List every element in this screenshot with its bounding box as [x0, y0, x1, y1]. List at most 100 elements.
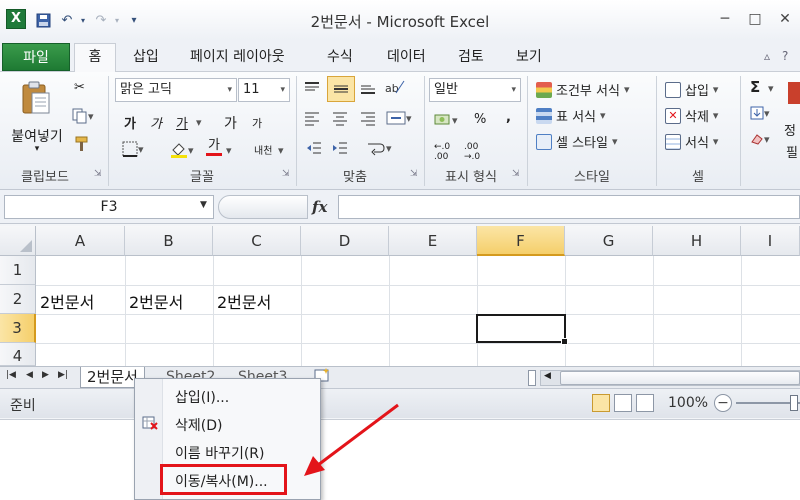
decrease-indent-icon[interactable]	[305, 140, 323, 156]
increase-decimal-icon[interactable]: ←.0.00	[434, 142, 450, 162]
align-center-icon[interactable]	[331, 110, 349, 126]
help-icon[interactable]: ?	[782, 49, 788, 63]
phonetic-dropdown-icon[interactable]: ▾	[278, 144, 284, 157]
align-top-icon[interactable]	[303, 80, 321, 96]
sort-filter-icon[interactable]	[788, 82, 800, 104]
font-name-dropdown-icon[interactable]: ▾	[227, 79, 232, 101]
tab-insert[interactable]: 삽입	[131, 46, 161, 72]
increase-indent-icon[interactable]	[331, 140, 349, 156]
row-header-3[interactable]: 3	[0, 314, 36, 343]
select-all-button[interactable]	[0, 226, 36, 256]
name-box[interactable]: F3	[4, 195, 214, 219]
italic-button[interactable]: 가	[150, 113, 162, 132]
number-format-combo[interactable]: 일반 ▾	[429, 78, 521, 102]
first-sheet-icon[interactable]: |◀	[6, 370, 16, 380]
horizontal-scroll-thumb[interactable]	[560, 371, 800, 385]
align-right-icon[interactable]	[359, 110, 377, 126]
tab-home[interactable]: 홈	[74, 43, 116, 73]
orientation-icon[interactable]: ab	[384, 79, 406, 95]
column-header-b[interactable]: B	[125, 226, 213, 256]
selected-cell-f3[interactable]	[476, 314, 568, 345]
comma-style-button[interactable]: ,	[506, 110, 511, 125]
merge-center-icon[interactable]: ▾	[386, 110, 412, 126]
fill-color-icon[interactable]: ▾	[170, 141, 194, 159]
column-header-d[interactable]: D	[301, 226, 389, 256]
autosum-button[interactable]: Σ	[750, 78, 760, 96]
maximize-button[interactable]: □	[742, 8, 768, 30]
autosum-dropdown-icon[interactable]: ▾	[768, 82, 774, 95]
column-header-i[interactable]: I	[741, 226, 800, 256]
minimize-ribbon-icon[interactable]: ▵	[764, 49, 770, 63]
insert-cells-button[interactable]: 삽입 ▾	[665, 80, 718, 99]
borders-icon[interactable]: ▾	[122, 141, 144, 157]
delete-cells-button[interactable]: ✕ 삭제 ▾	[665, 106, 718, 125]
zoom-out-button[interactable]: −	[714, 394, 732, 412]
font-launcher-icon[interactable]: ⇲	[282, 169, 290, 179]
underline-dropdown-icon[interactable]: ▾	[196, 116, 202, 129]
align-left-icon[interactable]	[303, 110, 321, 126]
font-color-button[interactable]: 가	[206, 139, 222, 156]
copy-icon[interactable]: ▾	[72, 108, 94, 124]
tab-file[interactable]: 파일	[2, 43, 70, 71]
clipboard-launcher-icon[interactable]: ⇲	[94, 169, 102, 179]
column-header-a[interactable]: A	[36, 226, 125, 256]
next-sheet-icon[interactable]: ▶	[42, 370, 49, 380]
tab-page-layout[interactable]: 페이지 레이아웃	[188, 46, 287, 72]
fill-icon[interactable]: ▾	[750, 106, 770, 120]
column-header-f[interactable]: F	[477, 226, 565, 256]
row-header-2[interactable]: 2	[0, 285, 36, 314]
font-size-combo[interactable]: 11 ▾	[238, 78, 290, 102]
tab-data[interactable]: 데이터	[385, 46, 428, 72]
normal-view-icon[interactable]	[592, 394, 610, 412]
prev-sheet-icon[interactable]: ◀	[26, 370, 33, 380]
clear-icon[interactable]: ▾	[750, 132, 770, 146]
column-header-e[interactable]: E	[389, 226, 477, 256]
tab-view[interactable]: 보기	[514, 46, 544, 72]
cell-b2[interactable]: 2번문서	[125, 289, 183, 313]
menu-item-rename[interactable]: 이름 바꾸기(R)	[175, 443, 265, 463]
last-sheet-icon[interactable]: ▶|	[58, 370, 68, 380]
column-header-g[interactable]: G	[565, 226, 653, 256]
number-launcher-icon[interactable]: ⇲	[512, 169, 520, 179]
font-color-dropdown-icon[interactable]: ▾	[226, 144, 232, 157]
bold-button[interactable]: 가	[124, 113, 136, 132]
tab-formulas[interactable]: 수식	[325, 46, 355, 72]
grow-font-button[interactable]: 가	[224, 113, 237, 133]
cell-styles-button[interactable]: 셀 스타일 ▾	[536, 132, 618, 151]
zoom-slider-thumb[interactable]	[790, 395, 798, 411]
number-format-dropdown-icon[interactable]: ▾	[511, 79, 516, 101]
conditional-format-button[interactable]: 조건부 서식 ▾	[536, 80, 629, 99]
name-box-dropdown-icon[interactable]: ▼	[200, 200, 207, 210]
accounting-format-icon[interactable]: ▾	[434, 112, 458, 128]
close-button[interactable]: ✕	[772, 8, 798, 30]
menu-item-insert[interactable]: 삽입(I)...	[175, 387, 229, 407]
formula-input[interactable]	[338, 195, 800, 219]
tab-split-handle[interactable]	[528, 370, 536, 386]
alignment-launcher-icon[interactable]: ⇲	[410, 169, 418, 179]
cell-c2[interactable]: 2번문서	[213, 289, 271, 313]
wrap-text-icon[interactable]: ▾	[366, 140, 392, 156]
font-size-dropdown-icon[interactable]: ▾	[280, 79, 285, 101]
cell-a2[interactable]: 2번문서	[36, 289, 94, 313]
align-bottom-icon[interactable]	[359, 80, 377, 96]
align-middle-icon[interactable]	[327, 76, 355, 102]
tab-review[interactable]: 검토	[456, 46, 486, 72]
row-header-1[interactable]: 1	[0, 256, 36, 285]
page-layout-view-icon[interactable]	[614, 394, 632, 412]
font-name-combo[interactable]: 맑은 고딕 ▾	[115, 78, 237, 102]
zoom-level[interactable]: 100%	[668, 395, 708, 411]
percent-style-button[interactable]: %	[474, 112, 486, 127]
menu-item-delete[interactable]: 삭제(D)	[175, 415, 222, 435]
paste-button[interactable]: 붙여넣기 ▾	[6, 78, 68, 158]
row-header-4[interactable]: 4	[0, 343, 36, 366]
phonetic-button[interactable]: 내천	[254, 142, 272, 157]
underline-button[interactable]: 가	[176, 113, 188, 132]
column-header-c[interactable]: C	[213, 226, 301, 256]
shrink-font-button[interactable]: 가	[252, 115, 262, 131]
insert-function-icon[interactable]: fx	[312, 198, 327, 216]
scroll-left-icon[interactable]: ◀	[544, 371, 551, 381]
decrease-decimal-icon[interactable]: .00 →.0	[464, 142, 480, 162]
format-painter-icon[interactable]	[74, 136, 90, 152]
minimize-button[interactable]: ─	[712, 8, 738, 30]
format-cells-button[interactable]: 서식 ▾	[665, 132, 718, 151]
